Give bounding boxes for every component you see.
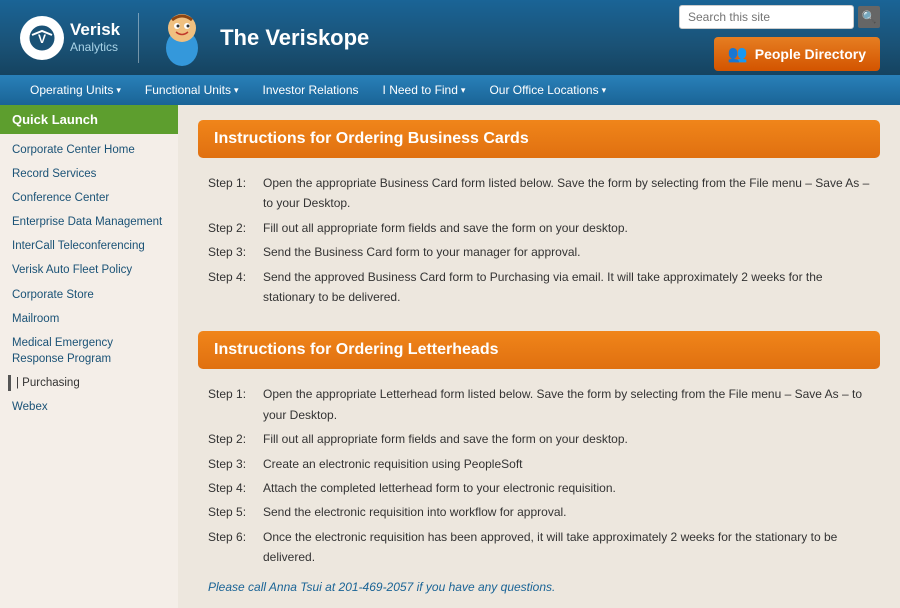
letterhead-step-3: Step 3: Create an electronic requisition… bbox=[208, 454, 870, 474]
logo-analytics-name: Analytics bbox=[70, 40, 120, 54]
business-card-step-4: Step 4: Send the approved Business Card … bbox=[208, 267, 870, 308]
lh-step-2-label: Step 2: bbox=[208, 429, 263, 449]
letterhead-step-1: Step 1: Open the appropriate Letterhead … bbox=[208, 384, 870, 425]
people-icon: 👥 bbox=[728, 44, 748, 64]
business-card-step-3: Step 3: Send the Business Card form to y… bbox=[208, 242, 870, 262]
logo-text: Verisk Analytics bbox=[70, 21, 120, 54]
navbar: Operating Units ▾ Functional Units ▾ Inv… bbox=[0, 75, 900, 105]
lh-step-6-label: Step 6: bbox=[208, 527, 263, 568]
sidebar-item-purchasing[interactable]: | Purchasing bbox=[0, 371, 178, 395]
letterhead-step-2: Step 2: Fill out all appropriate form fi… bbox=[208, 429, 870, 449]
lh-step-4-text: Attach the completed letterhead form to … bbox=[263, 478, 870, 498]
lh-step-2-text: Fill out all appropriate form fields and… bbox=[263, 429, 870, 449]
site-title: The Veriskope bbox=[220, 25, 369, 51]
business-card-step-1: Step 1: Open the appropriate Business Ca… bbox=[208, 173, 870, 214]
active-indicator bbox=[8, 375, 11, 391]
svg-text:V: V bbox=[38, 32, 46, 46]
people-directory-label: People Directory bbox=[755, 46, 866, 62]
lh-step-1-label: Step 1: bbox=[208, 384, 263, 425]
letterhead-step-4: Step 4: Attach the completed letterhead … bbox=[208, 478, 870, 498]
search-button[interactable]: 🔍 bbox=[858, 6, 880, 28]
logo-circle-icon: V bbox=[20, 16, 64, 60]
business-card-step-2: Step 2: Fill out all appropriate form fi… bbox=[208, 218, 870, 238]
chevron-down-icon: ▾ bbox=[461, 85, 466, 96]
nav-item-functional-units[interactable]: Functional Units ▾ bbox=[135, 78, 249, 102]
logo-area: V Verisk Analytics bbox=[20, 10, 369, 65]
search-bar: 🔍 bbox=[679, 5, 880, 29]
step-4-label: Step 4: bbox=[208, 267, 263, 308]
search-input[interactable] bbox=[679, 5, 854, 29]
step-2-text: Fill out all appropriate form fields and… bbox=[263, 218, 870, 238]
chevron-down-icon: ▾ bbox=[116, 85, 121, 96]
main-layout: Quick Launch Corporate Center Home Recor… bbox=[0, 105, 900, 608]
lh-step-3-text: Create an electronic requisition using P… bbox=[263, 454, 870, 474]
nav-item-investor-relations[interactable]: Investor Relations bbox=[252, 78, 368, 102]
mascot-icon bbox=[157, 10, 207, 65]
sidebar-item-medical-emergency[interactable]: Medical Emergency Response Program bbox=[0, 331, 178, 371]
lh-step-6-text: Once the electronic requisition has been… bbox=[263, 527, 870, 568]
step-4-text: Send the approved Business Card form to … bbox=[263, 267, 870, 308]
lh-step-4-label: Step 4: bbox=[208, 478, 263, 498]
header-left: V Verisk Analytics bbox=[20, 10, 369, 65]
chevron-down-icon: ▾ bbox=[234, 85, 239, 96]
header: V Verisk Analytics bbox=[0, 0, 900, 75]
quick-launch-header: Quick Launch bbox=[0, 105, 178, 134]
nav-item-i-need-to-find[interactable]: I Need to Find ▾ bbox=[373, 78, 476, 102]
sidebar-item-record-services[interactable]: Record Services bbox=[0, 162, 178, 186]
lh-step-5-label: Step 5: bbox=[208, 502, 263, 522]
letterheads-content: Step 1: Open the appropriate Letterhead … bbox=[198, 384, 880, 608]
verisk-logo: V Verisk Analytics bbox=[20, 16, 120, 60]
lh-step-5-text: Send the electronic requisition into wor… bbox=[263, 502, 870, 522]
business-cards-content: Step 1: Open the appropriate Business Ca… bbox=[198, 173, 880, 331]
sidebar-item-conference-center[interactable]: Conference Center bbox=[0, 186, 178, 210]
lh-step-3-label: Step 3: bbox=[208, 454, 263, 474]
step-1-text: Open the appropriate Business Card form … bbox=[263, 173, 870, 214]
sidebar-item-corporate-center-home[interactable]: Corporate Center Home bbox=[0, 138, 178, 162]
nav-item-office-locations[interactable]: Our Office Locations ▾ bbox=[479, 78, 616, 102]
sidebar-item-auto-fleet[interactable]: Verisk Auto Fleet Policy bbox=[0, 258, 178, 282]
header-right: 🔍 👥 People Directory bbox=[679, 5, 880, 71]
logo-divider bbox=[138, 13, 139, 63]
lh-step-1-text: Open the appropriate Letterhead form lis… bbox=[263, 384, 870, 425]
chevron-down-icon: ▾ bbox=[602, 85, 607, 96]
step-1-label: Step 1: bbox=[208, 173, 263, 214]
business-cards-header: Instructions for Ordering Business Cards bbox=[198, 120, 880, 158]
sidebar: Quick Launch Corporate Center Home Recor… bbox=[0, 105, 178, 608]
sidebar-item-enterprise-data-management[interactable]: Enterprise Data Management bbox=[0, 210, 178, 234]
letterhead-step-5: Step 5: Send the electronic requisition … bbox=[208, 502, 870, 522]
sidebar-item-intercall[interactable]: InterCall Teleconferencing bbox=[0, 234, 178, 258]
step-3-text: Send the Business Card form to your mana… bbox=[263, 242, 870, 262]
people-directory-button[interactable]: 👥 People Directory bbox=[714, 37, 880, 71]
letterhead-step-6: Step 6: Once the electronic requisition … bbox=[208, 527, 870, 568]
contact-note: Please call Anna Tsui at 201-469-2057 if… bbox=[208, 577, 870, 597]
sidebar-item-mailroom[interactable]: Mailroom bbox=[0, 307, 178, 331]
letterheads-header: Instructions for Ordering Letterheads bbox=[198, 331, 880, 369]
sidebar-item-corporate-store[interactable]: Corporate Store bbox=[0, 283, 178, 307]
step-3-label: Step 3: bbox=[208, 242, 263, 262]
nav-item-operating-units[interactable]: Operating Units ▾ bbox=[20, 78, 131, 102]
content-area: Instructions for Ordering Business Cards… bbox=[178, 105, 900, 608]
sidebar-item-webex[interactable]: Webex bbox=[0, 395, 178, 419]
step-2-label: Step 2: bbox=[208, 218, 263, 238]
logo-verisk-name: Verisk bbox=[70, 21, 120, 40]
